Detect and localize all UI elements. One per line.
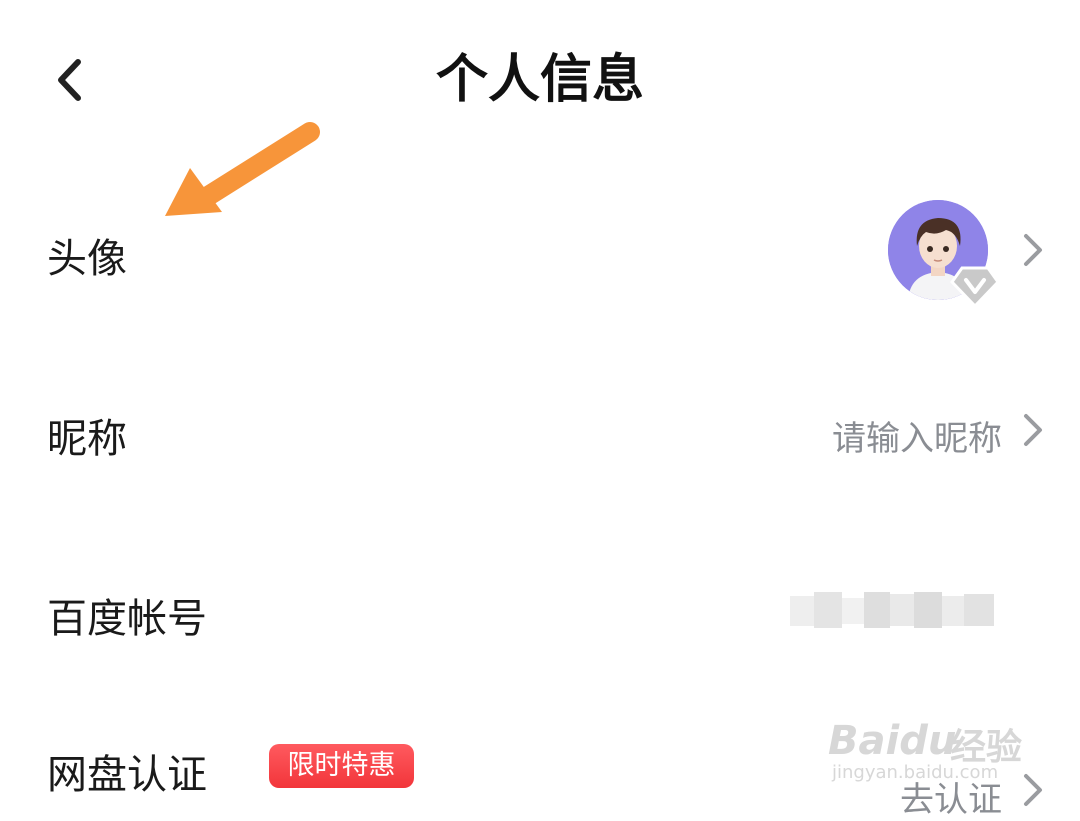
chevron-right-icon xyxy=(1024,234,1042,266)
chevron-right-icon xyxy=(1024,774,1042,806)
avatar-label: 头像 xyxy=(47,236,127,282)
chevron-right-icon xyxy=(1024,414,1042,446)
page-title: 个人信息 xyxy=(435,50,644,110)
netdisk-verify-label: 网盘认证 xyxy=(47,752,207,798)
watermark-brand: Baidu xyxy=(828,718,957,764)
vip-diamond-icon xyxy=(950,264,1000,309)
nickname-value: 请输入昵称 xyxy=(832,419,1002,459)
blurred-account-value xyxy=(790,592,994,628)
nickname-label: 昵称 xyxy=(47,416,127,462)
nickname-row[interactable]: 昵称 请输入昵称 xyxy=(0,380,1080,480)
watermark-url: jingyan.baidu.com xyxy=(832,762,999,783)
promo-badge[interactable]: 限时特惠 xyxy=(269,744,414,788)
baidu-account-label: 百度帐号 xyxy=(47,596,207,642)
